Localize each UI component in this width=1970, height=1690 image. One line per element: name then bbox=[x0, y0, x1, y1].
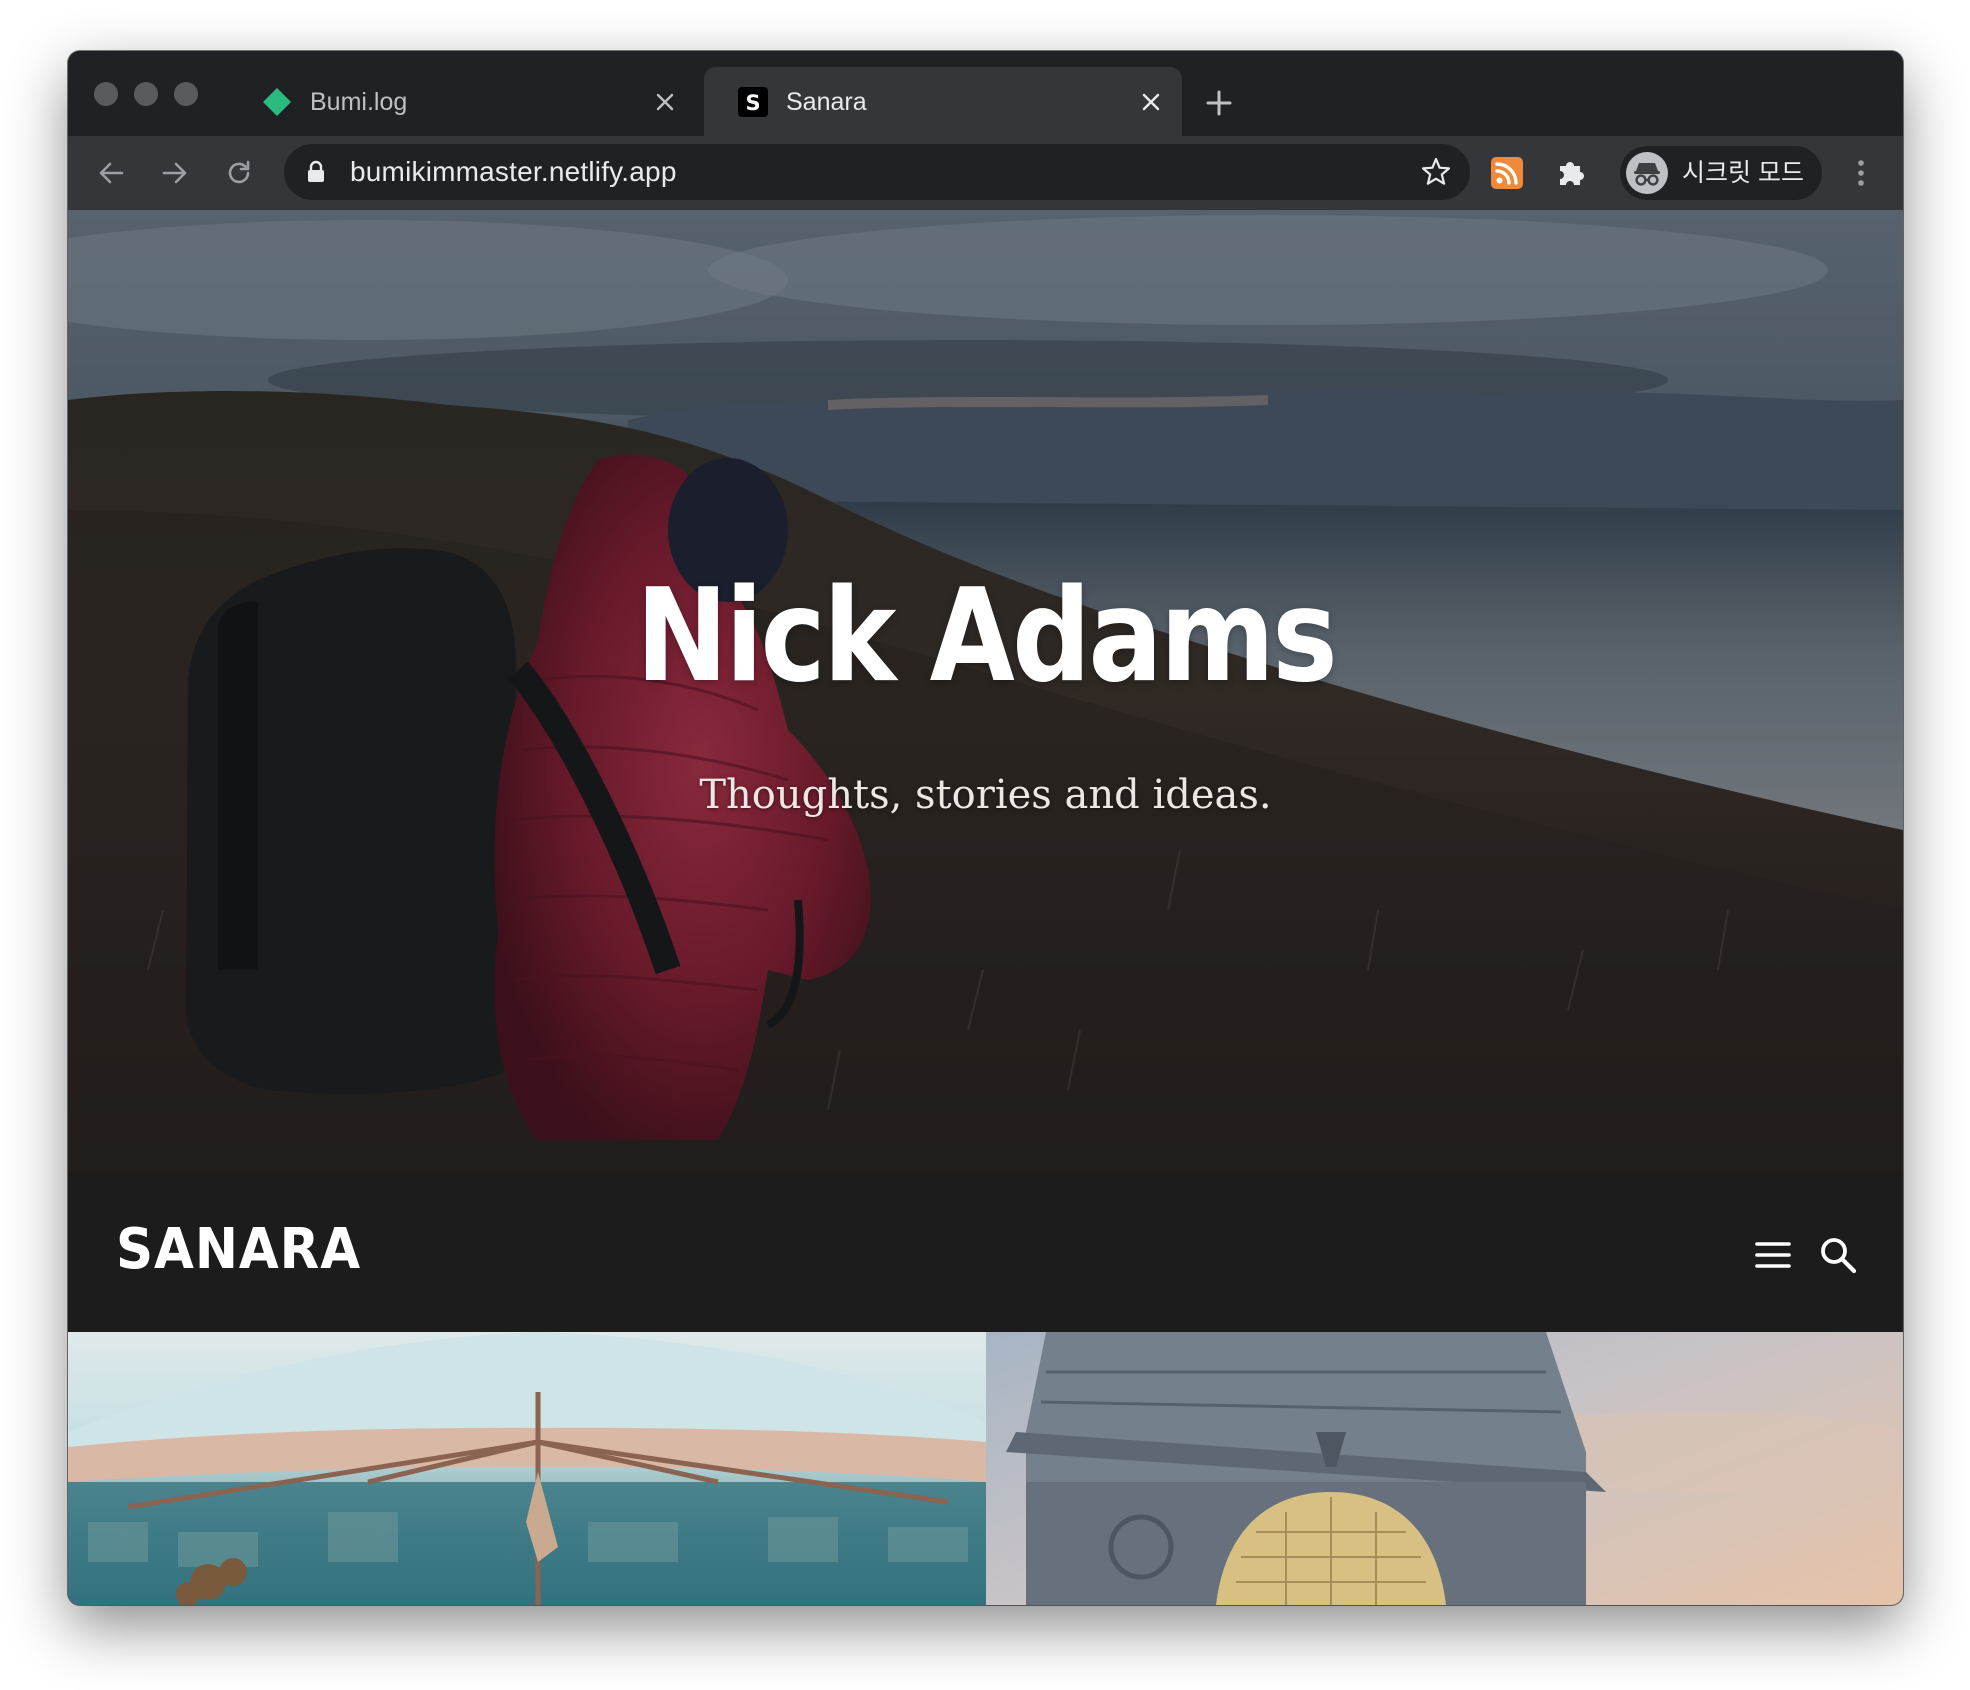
rss-extension-button[interactable] bbox=[1486, 152, 1528, 194]
kebab-menu-icon bbox=[1858, 160, 1864, 186]
search-icon[interactable] bbox=[1818, 1235, 1858, 1275]
incognito-profile-button[interactable]: 시크릿 모드 bbox=[1620, 146, 1822, 200]
hamburger-menu-icon[interactable] bbox=[1753, 1239, 1793, 1271]
post-feed bbox=[68, 1332, 1903, 1605]
close-window-button[interactable] bbox=[94, 82, 118, 106]
browser-menu-button[interactable] bbox=[1840, 152, 1882, 194]
zoom-window-button[interactable] bbox=[174, 82, 198, 106]
reload-icon bbox=[228, 160, 250, 184]
address-bar[interactable]: bumikimmaster.netlify.app bbox=[284, 144, 1470, 200]
forward-button[interactable] bbox=[154, 152, 196, 194]
post-image-arch bbox=[1006, 1332, 1903, 1605]
back-button[interactable] bbox=[90, 152, 132, 194]
post-image-umbrella bbox=[68, 1332, 986, 1605]
minimize-window-button[interactable] bbox=[134, 82, 158, 106]
hero-subtitle: Thoughts, stories and ideas. bbox=[699, 772, 1272, 818]
page-viewport: Nick Adams Thoughts, stories and ideas. … bbox=[68, 210, 1903, 1605]
post-card-arch[interactable] bbox=[986, 1332, 1903, 1605]
green-diamond-icon bbox=[263, 88, 291, 116]
lock-icon bbox=[308, 160, 324, 182]
back-arrow-icon bbox=[99, 162, 124, 184]
bookmark-star-icon[interactable] bbox=[1420, 156, 1452, 188]
browser-toolbar: bumikimmaster.netlify.app 시크릿 모드 bbox=[68, 136, 1903, 210]
close-tab-icon[interactable] bbox=[648, 85, 682, 119]
forward-arrow-icon bbox=[162, 162, 187, 184]
rss-icon bbox=[1491, 157, 1523, 189]
extensions-button[interactable] bbox=[1550, 152, 1592, 194]
new-tab-button[interactable] bbox=[1201, 85, 1237, 121]
puzzle-piece-icon bbox=[1560, 162, 1584, 185]
hero-title: Nick Adams bbox=[635, 562, 1338, 711]
svg-text:S: S bbox=[745, 91, 760, 115]
post-card-umbrella[interactable] bbox=[68, 1332, 986, 1605]
hero-section: Nick Adams Thoughts, stories and ideas. bbox=[68, 210, 1903, 1171]
close-tab-icon[interactable] bbox=[1134, 85, 1168, 119]
tab-bumi-log[interactable]: Bumi.log bbox=[228, 67, 696, 136]
tab-sanara[interactable]: S Sanara bbox=[704, 67, 1182, 136]
tab-strip: Bumi.log S Sanara bbox=[68, 51, 1903, 136]
s-letter-icon: S bbox=[738, 87, 768, 117]
url-text: bumikimmaster.netlify.app bbox=[350, 156, 677, 187]
site-header: SANARA bbox=[68, 1171, 1903, 1332]
browser-window: Bumi.log S Sanara bumikimmaster.netlify.… bbox=[68, 51, 1903, 1605]
plus-icon bbox=[1206, 90, 1232, 116]
site-logo[interactable]: SANARA bbox=[116, 1217, 361, 1283]
reload-button[interactable] bbox=[218, 152, 260, 194]
incognito-label: 시크릿 모드 bbox=[1682, 159, 1804, 187]
incognito-icon bbox=[1626, 152, 1668, 194]
tab-title: Sanara bbox=[786, 88, 867, 116]
tab-title: Bumi.log bbox=[310, 88, 408, 116]
